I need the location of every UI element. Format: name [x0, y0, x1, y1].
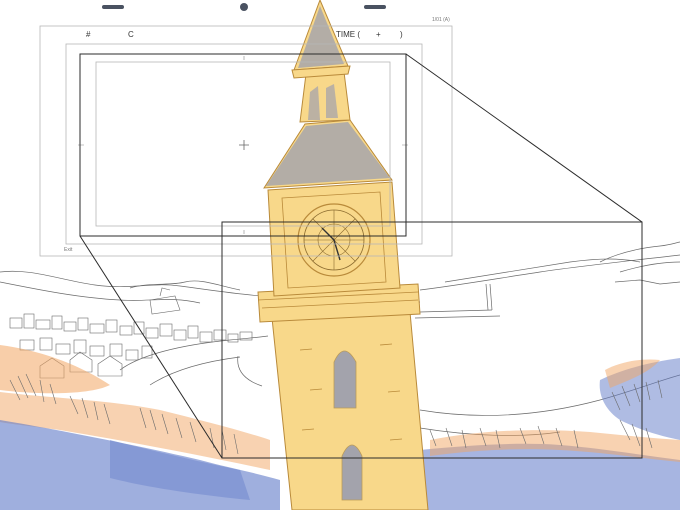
page-number: 1/01 (A) — [432, 17, 450, 23]
time-close: ) — [400, 30, 403, 39]
top-right-handle[interactable] — [364, 5, 386, 9]
layout-artwork — [0, 0, 680, 510]
animation-layout-canvas: # C TIME ( + ) 1/01 (A) Exit — [0, 0, 680, 510]
top-center-dot[interactable] — [240, 3, 248, 11]
time-plus: + — [376, 30, 381, 39]
cut-label: C — [128, 30, 134, 39]
top-left-handle[interactable] — [102, 5, 124, 9]
time-label: TIME ( — [336, 30, 360, 39]
corner-mark: Exit — [64, 247, 73, 253]
clock-tower — [257, 0, 429, 510]
camera-path-right — [405, 53, 643, 223]
field-number-label: # — [86, 30, 91, 39]
crosshair-icon — [239, 140, 249, 150]
